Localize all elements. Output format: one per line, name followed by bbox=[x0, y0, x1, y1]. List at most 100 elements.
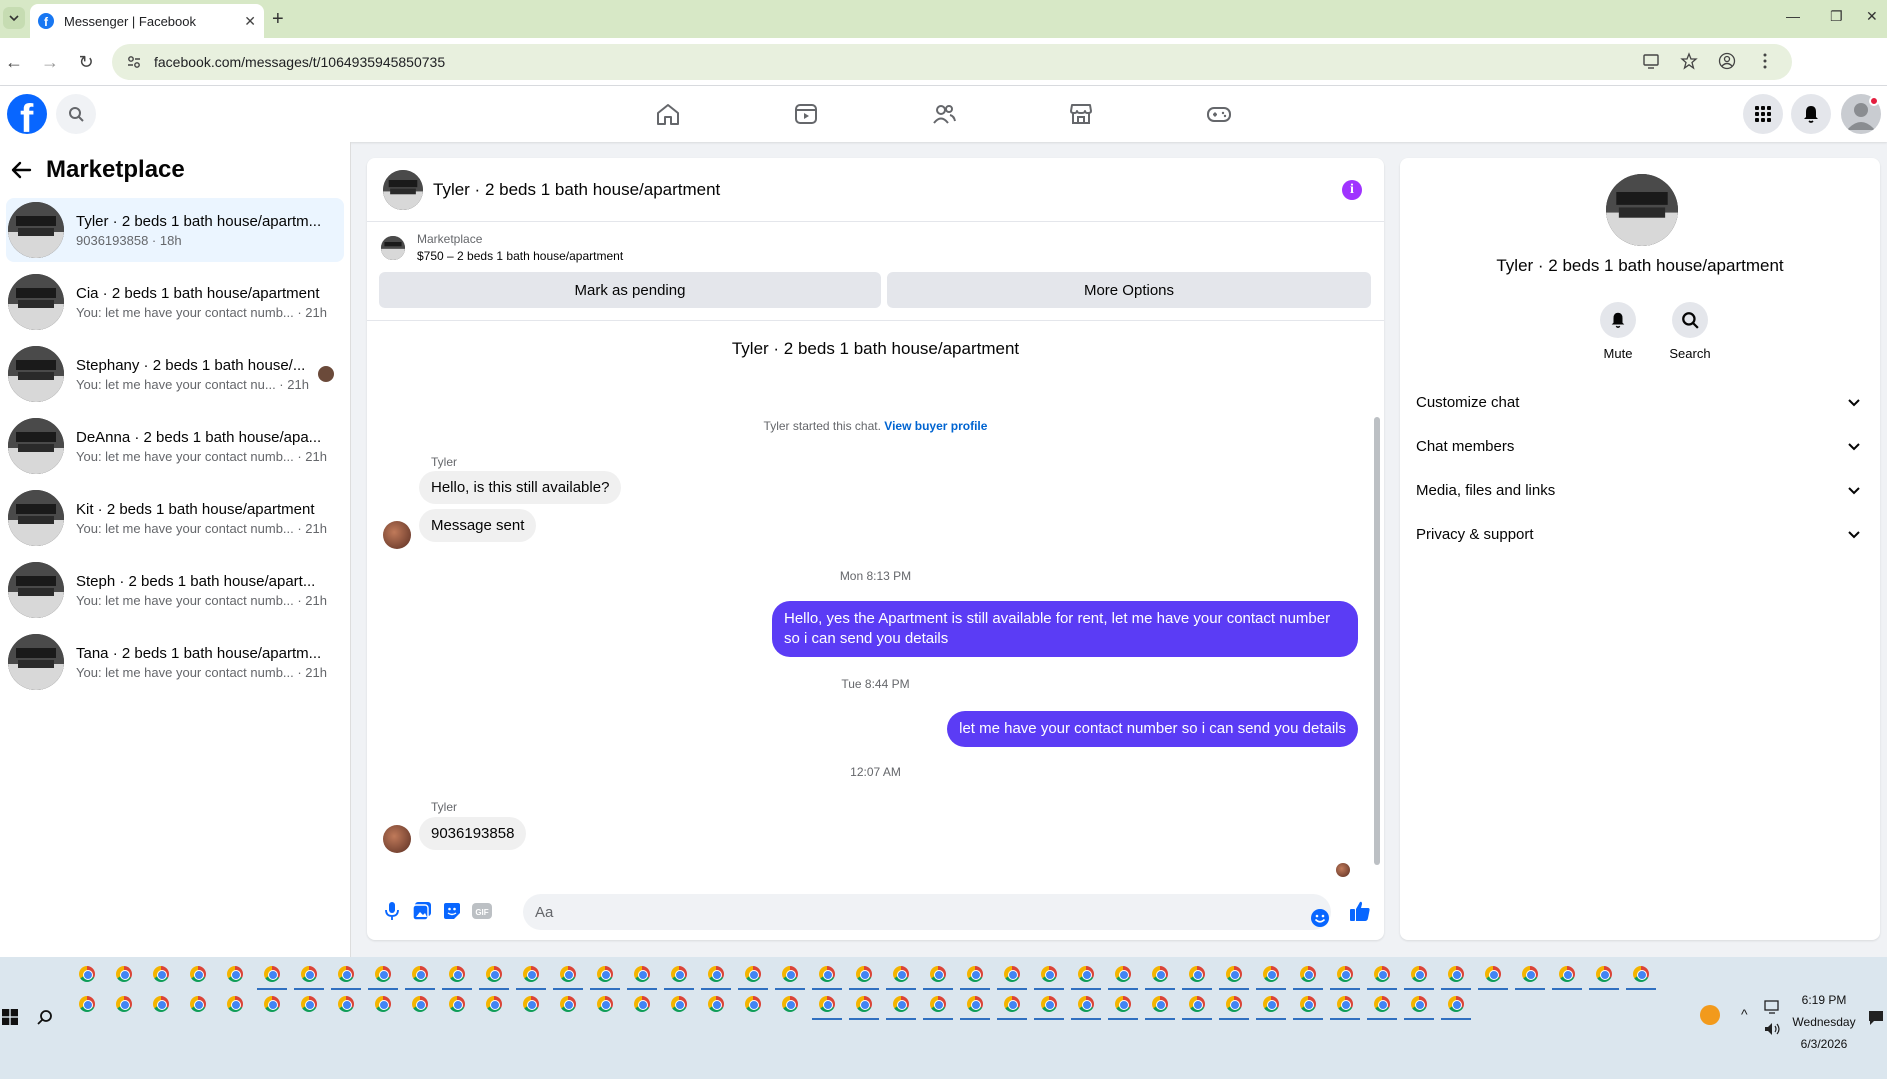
listing-banner[interactable]: Marketplace $750 – 2 beds 1 bath house/a… bbox=[379, 232, 623, 263]
back-button[interactable]: ← bbox=[2, 50, 26, 74]
taskbar-app-button[interactable] bbox=[923, 991, 953, 1020]
conversation-item[interactable]: Stephany · 2 beds 1 bath house/... You: l… bbox=[6, 342, 344, 406]
taskbar-app-button[interactable] bbox=[185, 991, 211, 1017]
taskbar-app-button[interactable] bbox=[666, 991, 692, 1017]
taskbar-app-button[interactable] bbox=[111, 961, 137, 987]
emoji-button[interactable] bbox=[1309, 907, 1331, 929]
taskbar-app-button[interactable] bbox=[481, 991, 507, 1017]
media-files-links-row[interactable]: Media, files and links bbox=[1408, 468, 1872, 512]
taskbar-app-button[interactable] bbox=[1145, 961, 1175, 990]
volume-icon[interactable] bbox=[1764, 1022, 1782, 1036]
conversation-item[interactable]: Tyler · 2 beds 1 bath house/apartm... 903… bbox=[6, 198, 344, 262]
menu-kebab-icon[interactable] bbox=[1756, 52, 1774, 70]
info-icon[interactable]: i bbox=[1342, 180, 1362, 200]
scrollbar-thumb[interactable] bbox=[1374, 417, 1380, 865]
facebook-logo[interactable]: f bbox=[7, 94, 47, 134]
taskbar-app-button[interactable] bbox=[1404, 991, 1434, 1020]
conversation-item[interactable]: DeAnna · 2 beds 1 bath house/apa... You: … bbox=[6, 414, 344, 478]
conversation-item[interactable]: Cia · 2 beds 1 bath house/apartment You: … bbox=[6, 270, 344, 334]
taskbar-app-button[interactable] bbox=[1626, 961, 1656, 990]
taskbar-app-button[interactable] bbox=[222, 961, 248, 987]
taskbar-app-button[interactable] bbox=[222, 991, 248, 1017]
taskbar-app-button[interactable] bbox=[259, 991, 285, 1017]
nav-video[interactable] bbox=[791, 100, 821, 128]
taskbar-app-button[interactable] bbox=[812, 961, 842, 990]
taskbar-app-button[interactable] bbox=[1478, 961, 1508, 990]
like-button[interactable] bbox=[1349, 900, 1371, 922]
taskbar-app-button[interactable] bbox=[1515, 961, 1545, 990]
restore-button[interactable]: ❐ bbox=[1830, 8, 1843, 25]
network-icon[interactable] bbox=[1764, 1000, 1782, 1014]
taskbar-app-button[interactable] bbox=[1108, 961, 1138, 990]
taskbar-app-button[interactable] bbox=[590, 961, 620, 990]
browser-tab-messenger[interactable]: f Messenger | Facebook ✕ bbox=[30, 4, 264, 38]
taskbar-app-button[interactable] bbox=[370, 991, 396, 1017]
system-clock[interactable]: 6:19 PM Wednesday 6/3/2026 bbox=[1782, 989, 1866, 1055]
taskbar-app-button[interactable] bbox=[886, 991, 916, 1020]
taskbar-app-button[interactable] bbox=[553, 961, 583, 990]
nav-friends[interactable] bbox=[929, 100, 959, 128]
new-tab-button[interactable]: + bbox=[272, 8, 284, 31]
incoming-message[interactable]: 9036193858 bbox=[419, 817, 527, 850]
taskbar-app-button[interactable] bbox=[592, 991, 618, 1017]
taskbar-app-button[interactable] bbox=[997, 991, 1027, 1020]
site-settings-icon[interactable] bbox=[126, 54, 142, 70]
taskbar-app-button[interactable] bbox=[74, 991, 100, 1017]
taskbar-app-button[interactable] bbox=[518, 991, 544, 1017]
taskbar-app-button[interactable] bbox=[331, 961, 361, 990]
taskbar-app-button[interactable] bbox=[74, 961, 100, 987]
taskbar-app-button[interactable] bbox=[997, 961, 1027, 990]
details-thumbnail[interactable] bbox=[1606, 174, 1678, 246]
mark-as-pending-button[interactable]: Mark as pending bbox=[379, 272, 881, 308]
taskbar-app-button[interactable] bbox=[1552, 961, 1582, 990]
search-action[interactable]: Search bbox=[1660, 302, 1720, 361]
taskbar-app-button[interactable] bbox=[368, 961, 398, 990]
taskbar-app-button[interactable] bbox=[923, 961, 953, 990]
taskbar-app-button[interactable] bbox=[1330, 961, 1360, 990]
conversation-item[interactable]: Kit · 2 beds 1 bath house/apartment You: … bbox=[6, 486, 344, 550]
nav-home[interactable] bbox=[653, 100, 683, 128]
taskbar-app-button[interactable] bbox=[1182, 961, 1212, 990]
reload-button[interactable]: ↻ bbox=[74, 50, 98, 74]
taskbar-app-button[interactable] bbox=[812, 991, 842, 1020]
bookmark-star-icon[interactable] bbox=[1680, 52, 1698, 70]
chat-members-row[interactable]: Chat members bbox=[1408, 424, 1872, 468]
incoming-message[interactable]: Hello, is this still available? bbox=[419, 471, 622, 504]
taskbar-app-button[interactable] bbox=[960, 961, 990, 990]
taskbar-app-button[interactable] bbox=[185, 961, 211, 987]
taskbar-app-button[interactable] bbox=[775, 961, 805, 990]
taskbar-app-button[interactable] bbox=[442, 961, 472, 990]
taskbar-app-button[interactable] bbox=[960, 991, 990, 1020]
taskbar-app-button[interactable] bbox=[1071, 961, 1101, 990]
taskbar-app-button[interactable] bbox=[1441, 961, 1471, 990]
taskbar-app-button[interactable] bbox=[1441, 991, 1471, 1020]
action-center-icon[interactable] bbox=[1868, 1010, 1884, 1026]
taskbar-search-icon[interactable] bbox=[37, 1009, 53, 1025]
more-options-button[interactable]: More Options bbox=[887, 272, 1371, 308]
taskbar-app-button[interactable] bbox=[627, 961, 657, 990]
taskbar-app-button[interactable] bbox=[1219, 991, 1249, 1020]
profile-icon[interactable] bbox=[1718, 52, 1736, 70]
taskbar-app-button[interactable] bbox=[1034, 991, 1064, 1020]
taskbar-app-button[interactable] bbox=[1034, 961, 1064, 990]
taskbar-app-button[interactable] bbox=[849, 961, 879, 990]
message-input[interactable] bbox=[523, 894, 1331, 930]
conversation-item[interactable]: Steph · 2 beds 1 bath house/apart... You:… bbox=[6, 558, 344, 622]
outgoing-message[interactable]: let me have your contact number so i can… bbox=[947, 711, 1358, 747]
notification-tray-icon[interactable] bbox=[1700, 1005, 1720, 1025]
sender-avatar[interactable] bbox=[383, 521, 411, 549]
taskbar-app-button[interactable] bbox=[148, 961, 174, 987]
install-app-icon[interactable] bbox=[1642, 52, 1660, 70]
privacy-support-row[interactable]: Privacy & support bbox=[1408, 512, 1872, 556]
taskbar-app-button[interactable] bbox=[1589, 961, 1619, 990]
view-buyer-profile-link[interactable]: View buyer profile bbox=[884, 419, 987, 433]
taskbar-app-button[interactable] bbox=[333, 991, 359, 1017]
taskbar-app-button[interactable] bbox=[849, 991, 879, 1020]
taskbar-app-button[interactable] bbox=[1071, 991, 1101, 1020]
taskbar-app-button[interactable] bbox=[1404, 961, 1434, 990]
sender-avatar[interactable] bbox=[383, 825, 411, 853]
conversation-item[interactable]: Tana · 2 beds 1 bath house/apartm... You:… bbox=[6, 630, 344, 694]
customize-chat-row[interactable]: Customize chat bbox=[1408, 380, 1872, 424]
show-hidden-icons[interactable]: ^ bbox=[1741, 1006, 1748, 1022]
chat-title[interactable]: Tyler · 2 beds 1 bath house/apartment bbox=[433, 180, 720, 200]
